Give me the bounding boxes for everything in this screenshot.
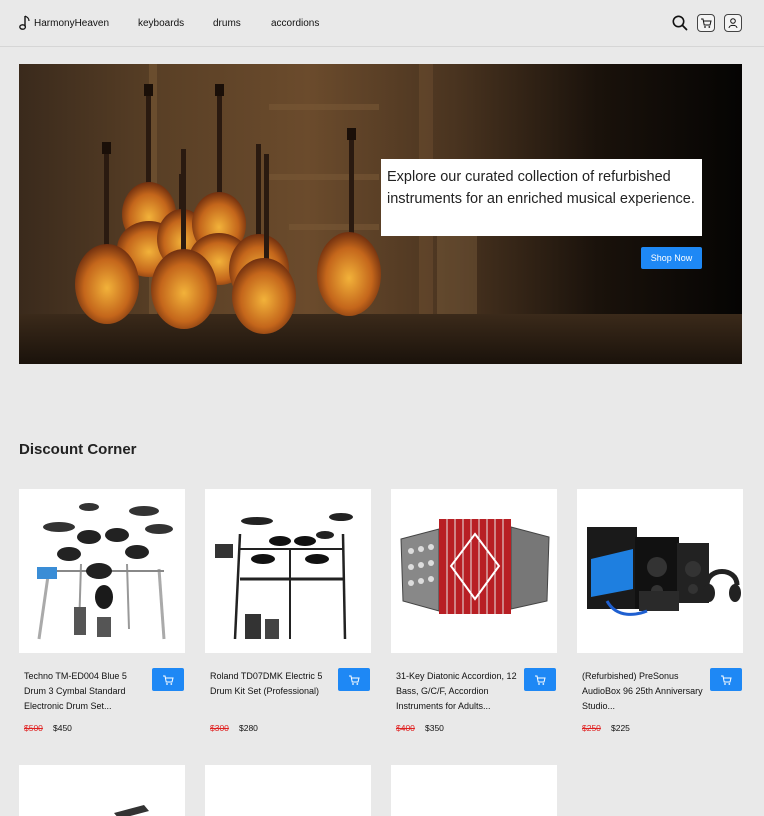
section-title: Discount Corner: [19, 441, 137, 458]
electronic-drum-kit-image: [37, 503, 173, 640]
product-card[interactable]: (Refurbished) PreSonus AudioBox 96 25th …: [577, 489, 743, 739]
account-button[interactable]: [724, 14, 742, 32]
original-price: $400: [396, 723, 415, 733]
brand-logo[interactable]: HarmonyHeaven: [19, 14, 109, 32]
sale-price: $450: [53, 723, 72, 733]
cart-icon: [163, 675, 174, 685]
nav-accordions[interactable]: accordions: [271, 18, 319, 29]
product-card[interactable]: [19, 765, 185, 816]
original-price: $500: [24, 723, 43, 733]
product-title[interactable]: Techno TM-ED004 Blue 5 Drum 3 Cymbal Sta…: [24, 669, 150, 714]
studio-bundle-image: [587, 527, 741, 616]
product-image: [114, 805, 149, 816]
nav-drums[interactable]: drums: [213, 18, 241, 29]
hero-banner: Explore our curated collection of refurb…: [19, 64, 742, 364]
product-title[interactable]: Roland TD07DMK Electric 5 Drum Kit Set (…: [210, 669, 336, 699]
product-card[interactable]: Techno TM-ED004 Blue 5 Drum 3 Cymbal Sta…: [19, 489, 185, 739]
drum-kit-image: [215, 513, 353, 640]
add-to-cart-button[interactable]: [152, 668, 184, 691]
sale-price: $350: [425, 723, 444, 733]
product-card[interactable]: [391, 765, 557, 816]
brand-name: HarmonyHeaven: [34, 17, 110, 29]
product-title[interactable]: 31-Key Diatonic Accordion, 12 Bass, G/C/…: [396, 669, 522, 714]
cart-icon: [349, 675, 360, 685]
original-price: $300: [210, 723, 229, 733]
cart-icon: [535, 675, 546, 685]
original-price: $250: [582, 723, 601, 733]
cart-icon: [701, 18, 712, 28]
product-title[interactable]: (Refurbished) PreSonus AudioBox 96 25th …: [582, 669, 708, 714]
add-to-cart-button[interactable]: [524, 668, 556, 691]
product-card[interactable]: [205, 765, 371, 816]
accordion-image: [400, 519, 550, 614]
product-image[interactable]: [19, 489, 185, 653]
product-image[interactable]: [391, 489, 557, 653]
nav-keyboards[interactable]: keyboards: [138, 18, 184, 29]
music-note-icon: [19, 15, 30, 30]
cart-button[interactable]: [697, 14, 715, 32]
product-image[interactable]: [577, 489, 743, 653]
product-card[interactable]: 31-Key Diatonic Accordion, 12 Bass, G/C/…: [391, 489, 557, 739]
product-card[interactable]: Roland TD07DMK Electric 5 Drum Kit Set (…: [205, 489, 371, 739]
search-button[interactable]: [671, 14, 689, 32]
search-icon: [672, 15, 688, 31]
sale-price: $280: [239, 723, 258, 733]
cart-icon: [721, 675, 732, 685]
site-header: HarmonyHeaven keyboards drums accordions: [0, 0, 764, 47]
user-icon: [728, 18, 738, 29]
add-to-cart-button[interactable]: [710, 668, 742, 691]
add-to-cart-button[interactable]: [338, 668, 370, 691]
shop-now-button[interactable]: Shop Now: [641, 247, 702, 269]
product-image[interactable]: [205, 489, 371, 653]
hero-caption: Explore our curated collection of refurb…: [381, 159, 702, 236]
sale-price: $225: [611, 723, 630, 733]
